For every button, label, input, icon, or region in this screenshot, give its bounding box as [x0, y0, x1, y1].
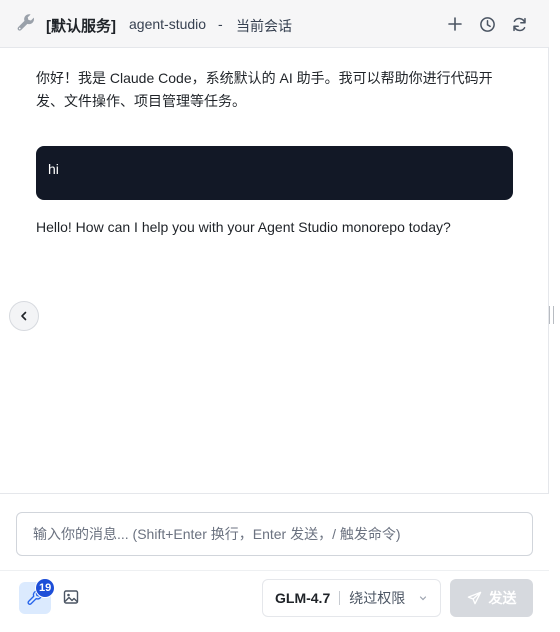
- collapse-sidebar-button[interactable]: [9, 301, 39, 331]
- assistant-message: Hello! How can I help you with your Agen…: [36, 219, 451, 235]
- session-title: 当前会话: [236, 18, 292, 34]
- project-name: agent-studio: [129, 16, 207, 32]
- send-label: 发送: [488, 590, 517, 606]
- chat-header: [默认服务] agent-studio - 当前会话: [0, 0, 549, 48]
- user-message: hi: [36, 146, 513, 200]
- new-session-button[interactable]: [445, 14, 465, 34]
- tools-count-badge: 19: [35, 578, 56, 598]
- composer-divider: [0, 570, 549, 571]
- wrench-icon: [15, 12, 37, 34]
- assistant-message: 你好！我是 Claude Code，系统默认的 AI 助手。我可以帮助你进行代码…: [36, 70, 493, 109]
- image-icon: [63, 590, 79, 604]
- resize-handle[interactable]: [549, 306, 554, 324]
- chevron-down-icon: [418, 593, 428, 603]
- plus-icon: [448, 17, 462, 31]
- message-input[interactable]: [16, 512, 533, 556]
- chat-panel: [默认服务] agent-studio - 当前会话 你好！我是 Claude …: [0, 0, 549, 632]
- service-label: [默认服务]: [46, 18, 116, 35]
- permission-mode: 绕过权限: [349, 590, 406, 606]
- attach-image-button[interactable]: [62, 588, 80, 606]
- composer: 19 GLM-4.7 绕过权限 发送: [0, 493, 549, 632]
- refresh-icon: [512, 17, 526, 31]
- model-name: GLM-4.7: [275, 590, 331, 606]
- model-divider: [339, 591, 341, 605]
- model-selector[interactable]: GLM-4.7 绕过权限: [262, 579, 441, 617]
- history-icon: [479, 16, 495, 32]
- send-icon: [467, 591, 481, 604]
- send-button[interactable]: 发送: [450, 579, 533, 617]
- refresh-button[interactable]: [509, 14, 529, 34]
- chevron-left-icon: [21, 311, 27, 321]
- history-button[interactable]: [477, 14, 497, 34]
- header-separator: -: [218, 16, 223, 32]
